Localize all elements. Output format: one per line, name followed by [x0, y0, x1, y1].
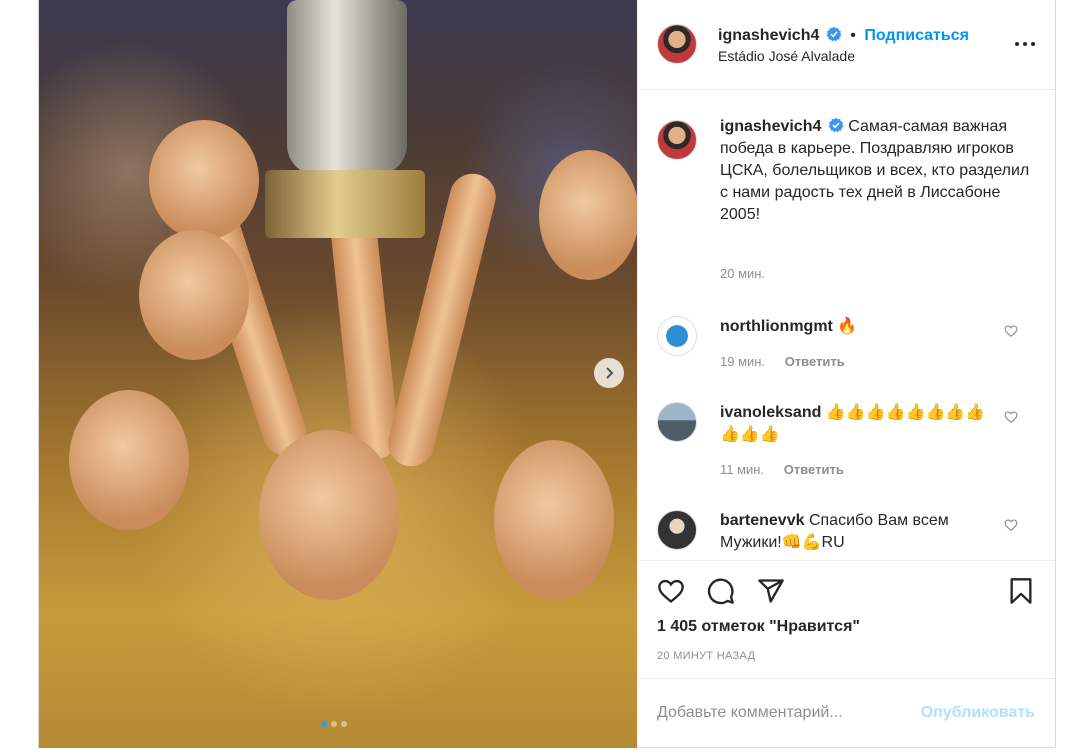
share-button[interactable]	[755, 575, 787, 607]
like-button[interactable]	[655, 575, 687, 607]
caption-username[interactable]: ignashevich4	[720, 118, 821, 135]
photo-face	[259, 430, 399, 600]
chevron-right-icon	[606, 367, 614, 379]
add-comment-bar: Добавьте комментарий... Опубликовать	[638, 678, 1055, 748]
comment-avatar[interactable]	[657, 316, 697, 356]
comment-icon	[707, 578, 734, 605]
verified-badge-icon	[826, 26, 842, 42]
more-options-button[interactable]	[1015, 36, 1035, 52]
comment-username[interactable]: bartenevvk	[720, 512, 805, 529]
header-line: ignashevich4 • Подписаться	[718, 26, 969, 45]
author-username[interactable]: ignashevich4	[718, 27, 819, 44]
post-photo[interactable]	[39, 0, 637, 748]
post-actions: 1 405 отметок "Нравится" 20 МИНУТ НАЗАД	[638, 560, 1055, 678]
carousel-indicator	[321, 721, 347, 727]
comment-body: 🔥	[837, 318, 858, 335]
photo-face	[69, 390, 189, 530]
post-sidebar: ignashevich4 • Подписаться Estádio José …	[637, 0, 1055, 748]
comment-username[interactable]: ivanoleksand	[720, 404, 821, 421]
heart-icon[interactable]	[1004, 410, 1018, 424]
reply-button[interactable]: Ответить	[784, 462, 844, 477]
caption-time[interactable]: 20 мин.	[720, 266, 765, 281]
comment-time[interactable]: 19 мин.	[720, 354, 765, 369]
carousel-dot	[321, 721, 327, 727]
follow-button[interactable]: Подписаться	[864, 27, 969, 44]
comment-avatar[interactable]	[657, 510, 697, 550]
photo-face	[149, 120, 259, 240]
photo-face	[494, 440, 614, 600]
instagram-post: ignashevich4 • Подписаться Estádio José …	[38, 0, 1056, 748]
photo-face	[139, 230, 249, 360]
comment-avatar[interactable]	[657, 402, 697, 442]
caption-text: ignashevich4 Самая-самая важная победа в…	[720, 116, 1030, 226]
comment-username[interactable]: northlionmgmt	[720, 318, 833, 335]
caption-avatar[interactable]	[657, 120, 697, 160]
save-button[interactable]	[1005, 575, 1037, 607]
heart-icon[interactable]	[1004, 324, 1018, 338]
comment-button[interactable]	[705, 575, 737, 607]
carousel-dot	[331, 721, 337, 727]
more-dot-icon	[1023, 42, 1027, 46]
more-dot-icon	[1015, 42, 1019, 46]
trophy-base	[265, 170, 425, 238]
comment-meta: 11 мин. Ответить	[720, 462, 844, 477]
comment-text: bartenevvk Спасибо Вам всем Мужики!👊💪RU	[720, 510, 990, 554]
reply-button[interactable]: Ответить	[785, 354, 845, 369]
trophy-cup	[287, 0, 407, 175]
next-photo-button[interactable]	[594, 358, 624, 388]
post-location[interactable]: Estádio José Alvalade	[718, 48, 855, 64]
more-dot-icon	[1031, 42, 1035, 46]
verified-badge-icon	[828, 117, 844, 133]
comment-time[interactable]: 11 мин.	[720, 462, 764, 477]
author-avatar[interactable]	[657, 24, 697, 64]
post-timestamp[interactable]: 20 МИНУТ НАЗАД	[657, 650, 755, 662]
carousel-dot	[341, 721, 347, 727]
header-separator: •	[850, 27, 856, 44]
comment-text: ivanoleksand 👍👍👍👍👍👍👍👍👍👍👍	[720, 402, 990, 446]
comment-text: northlionmgmt 🔥	[720, 316, 990, 338]
comment-input[interactable]: Добавьте комментарий...	[657, 704, 897, 722]
post-header: ignashevich4 • Подписаться Estádio José …	[638, 0, 1055, 90]
heart-icon	[658, 579, 684, 603]
likes-count[interactable]: 1 405 отметок "Нравится"	[657, 618, 860, 636]
bookmark-icon	[1010, 578, 1032, 604]
photo-face	[539, 150, 637, 280]
heart-icon[interactable]	[1004, 518, 1018, 532]
publish-button[interactable]: Опубликовать	[921, 704, 1035, 722]
comment-meta: 19 мин. Ответить	[720, 354, 845, 369]
share-icon	[758, 579, 784, 603]
comments-list[interactable]: ignashevich4 Самая-самая важная победа в…	[638, 90, 1055, 560]
